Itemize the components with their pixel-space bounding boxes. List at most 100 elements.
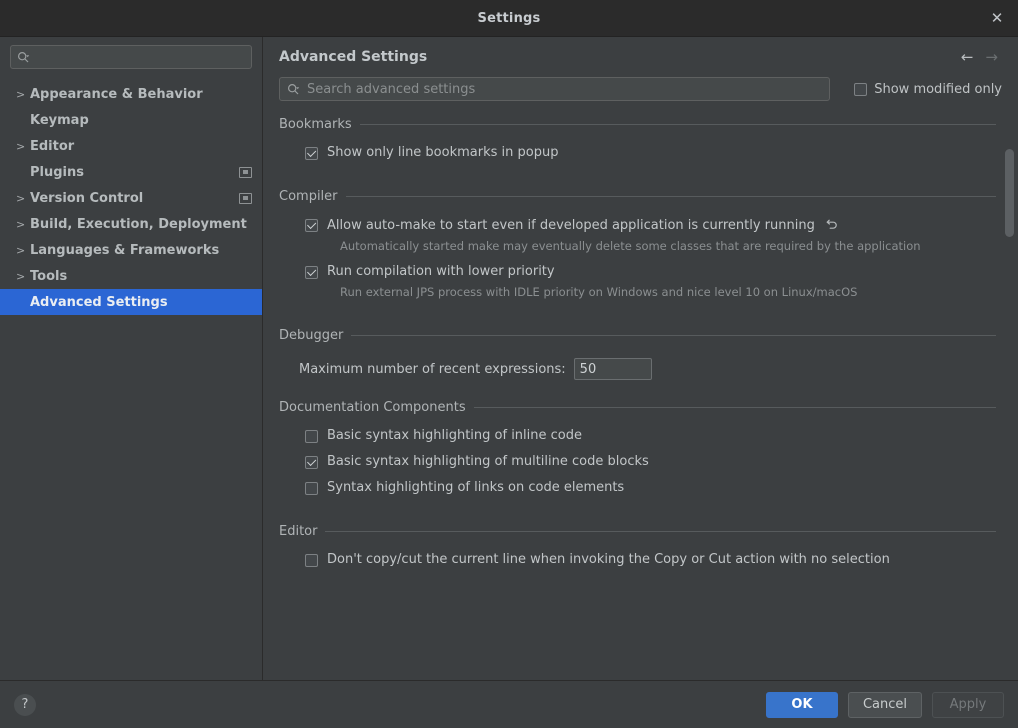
checkbox-box[interactable] [305, 219, 318, 232]
sidebar-item-label: Plugins [30, 164, 84, 180]
sidebar-item-build-execution-deployment[interactable]: > Build, Execution, Deployment [0, 211, 262, 237]
section-header: Editor [279, 520, 996, 542]
section-bookmarks: Bookmarks Show only line bookmarks in pop… [279, 113, 996, 183]
section-title: Compiler [279, 188, 338, 204]
setting-option[interactable]: Allow auto-make to start even if develop… [279, 217, 996, 234]
close-icon[interactable]: ✕ [980, 0, 1014, 36]
sidebar-item-label: Languages & Frameworks [30, 242, 220, 258]
chevron-right-icon[interactable]: > [16, 88, 30, 101]
content-header: Advanced Settings ← → Search advanced se… [263, 37, 1018, 101]
apply-button[interactable]: Apply [932, 691, 1004, 718]
checkbox-box[interactable] [305, 266, 318, 279]
chevron-right-icon[interactable]: > [16, 270, 30, 283]
sidebar-item-label: Appearance & Behavior [30, 86, 203, 102]
nav-forward-icon[interactable]: → [985, 49, 998, 65]
help-button[interactable]: ? [14, 693, 36, 716]
checkbox-box[interactable] [305, 147, 318, 160]
section-divider [351, 334, 996, 336]
section-divider [359, 123, 996, 125]
sidebar-item-advanced-settings[interactable]: Advanced Settings [0, 289, 262, 315]
checkbox-box[interactable] [305, 456, 318, 469]
setting-option-text: Allow auto-make to start even if develop… [327, 218, 815, 233]
sidebar-item-appearance-behavior[interactable]: > Appearance & Behavior [0, 81, 262, 107]
page-title: Advanced Settings [279, 49, 428, 65]
sidebar-item-label: Tools [30, 268, 68, 284]
checkbox-box[interactable] [854, 82, 868, 96]
settings-tree: > Appearance & Behavior Keymap > Editor Plugi… [0, 75, 262, 680]
setting-option-text: Don't copy/cut the current line when inv… [327, 552, 890, 567]
show-modified-only-checkbox[interactable]: Show modified only [854, 82, 1002, 97]
sidebar-item-version-control[interactable]: > Version Control [0, 185, 262, 211]
checkbox-box[interactable] [305, 554, 318, 567]
setting-option-label: Show only line bookmarks in popup [327, 145, 558, 161]
content-title-row: Advanced Settings ← → [279, 49, 1002, 65]
checkbox-box[interactable] [305, 430, 318, 443]
setting-option[interactable]: Run compilation with lower priority [279, 264, 996, 280]
setting-field-label: Maximum number of recent expressions: [299, 361, 566, 377]
setting-option-description: Automatically started make may eventuall… [340, 239, 921, 253]
nav-back-icon[interactable]: ← [961, 49, 974, 65]
section-title: Documentation Components [279, 399, 466, 415]
scrollbar-thumb[interactable] [1005, 149, 1014, 237]
setting-option-label: Don't copy/cut the current line when inv… [327, 552, 890, 568]
section-title: Editor [279, 523, 318, 539]
content-scrollbar[interactable] [1005, 149, 1014, 672]
advanced-search-input[interactable] [305, 80, 823, 98]
chevron-right-icon[interactable]: > [16, 244, 30, 257]
section-header: Debugger [279, 324, 996, 346]
setting-option[interactable]: Basic syntax highlighting of inline code [279, 428, 996, 444]
setting-option-text: Basic syntax highlighting of multiline c… [327, 454, 649, 469]
dialog-footer: ? OK Cancel Apply [0, 681, 1018, 728]
max-recent-expressions-input[interactable] [573, 358, 652, 380]
settings-dialog: Settings ✕ > Appearance & Behavior Keyma… [0, 0, 1018, 728]
setting-option[interactable]: Syntax highlighting of links on code ele… [279, 480, 996, 496]
cancel-button[interactable]: Cancel [847, 691, 922, 718]
sidebar-search-container [0, 37, 262, 75]
chevron-right-icon[interactable]: > [16, 140, 30, 153]
chevron-right-icon[interactable]: > [16, 192, 30, 205]
sidebar-item-editor[interactable]: > Editor [0, 133, 262, 159]
setting-option-text: Run compilation with lower priority [327, 264, 555, 279]
sidebar-item-label: Build, Execution, Deployment [30, 216, 247, 232]
project-scope-icon [239, 192, 252, 204]
ok-button[interactable]: OK [765, 691, 838, 718]
setting-option-description: Run external JPS process with IDLE prior… [340, 285, 858, 299]
sidebar-item-label: Advanced Settings [30, 294, 168, 310]
search-icon [17, 51, 30, 64]
nav-arrows: ← → [961, 49, 1002, 65]
sidebar-item-label: Version Control [30, 190, 144, 206]
setting-option[interactable]: Don't copy/cut the current line when inv… [279, 552, 996, 568]
revert-icon[interactable] [825, 217, 839, 231]
section-editor: Editor Don't copy/cut the current line wh… [279, 520, 996, 582]
window-titlebar: Settings ✕ [0, 0, 1018, 37]
sidebar-item-languages-frameworks[interactable]: > Languages & Frameworks [0, 237, 262, 263]
setting-option-label: Basic syntax highlighting of multiline c… [327, 454, 649, 470]
setting-option-label: Allow auto-make to start even if develop… [327, 217, 839, 234]
sidebar-item-label: Editor [30, 138, 75, 154]
setting-option[interactable]: Basic syntax highlighting of multiline c… [279, 454, 996, 470]
show-modified-only-label: Show modified only [874, 81, 1002, 97]
settings-sections: Bookmarks Show only line bookmarks in pop… [279, 113, 996, 582]
section-header: Documentation Components [279, 396, 996, 418]
sidebar-item-tools[interactable]: > Tools [0, 263, 262, 289]
checkbox-box[interactable] [305, 482, 318, 495]
dialog-body: > Appearance & Behavior Keymap > Editor Plugi… [0, 37, 1018, 681]
setting-option-text: Syntax highlighting of links on code ele… [327, 480, 625, 495]
chevron-right-icon[interactable]: > [16, 218, 30, 231]
sidebar-search-input[interactable] [35, 49, 245, 65]
sidebar-item-keymap[interactable]: Keymap [0, 107, 262, 133]
sidebar-search-box[interactable] [10, 45, 252, 69]
advanced-search-box[interactable] [279, 77, 831, 101]
settings-sidebar: > Appearance & Behavior Keymap > Editor Plugi… [0, 37, 263, 680]
section-header: Compiler [279, 185, 996, 207]
setting-option[interactable]: Show only line bookmarks in popup [279, 145, 996, 161]
settings-scroll-area: Bookmarks Show only line bookmarks in pop… [263, 111, 1018, 680]
setting-option-label: Syntax highlighting of links on code ele… [327, 480, 624, 496]
section-title: Debugger [279, 327, 344, 343]
sidebar-item-plugins[interactable]: Plugins [0, 159, 262, 185]
sidebar-item-label: Keymap [30, 112, 89, 128]
